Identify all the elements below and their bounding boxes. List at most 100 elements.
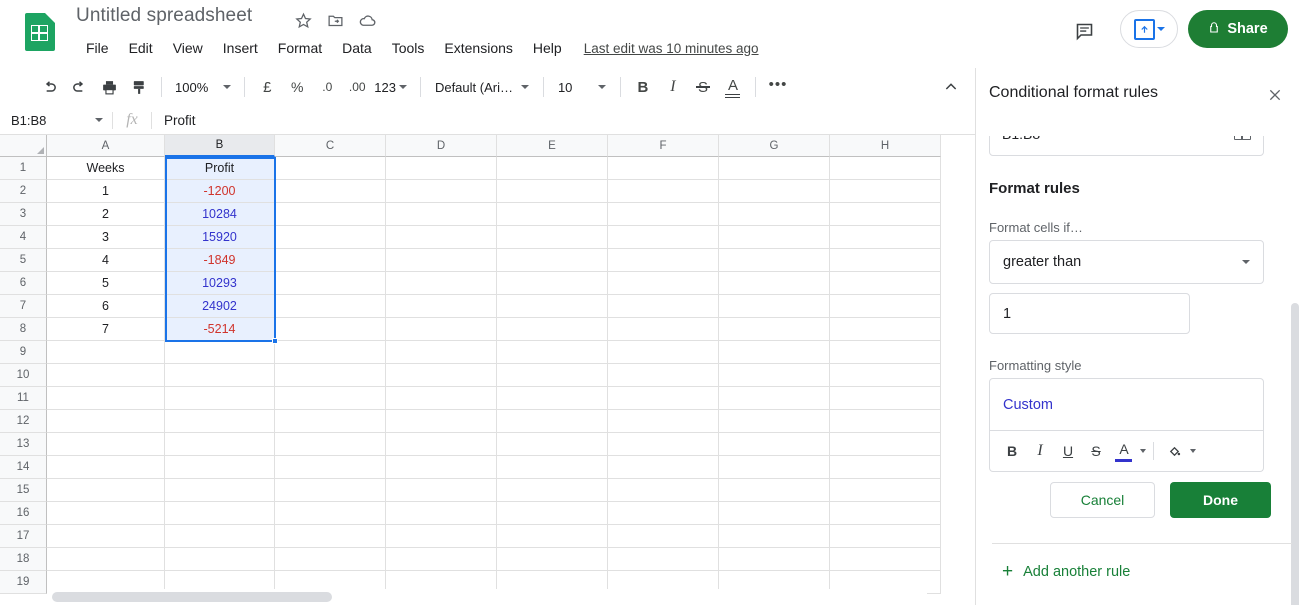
cell-E1[interactable] — [497, 157, 608, 180]
cell-C10[interactable] — [275, 364, 386, 387]
more-toolbar-options-button[interactable]: ••• — [763, 73, 793, 101]
cell-B1[interactable]: Profit — [165, 157, 275, 180]
cell-B11[interactable] — [165, 387, 275, 410]
chevron-down-icon[interactable] — [1190, 449, 1196, 453]
row-header-3[interactable]: 3 — [0, 203, 47, 226]
cell-B13[interactable] — [165, 433, 275, 456]
row-header-17[interactable]: 17 — [0, 525, 47, 548]
cell-D18[interactable] — [386, 548, 497, 571]
cell-F15[interactable] — [608, 479, 719, 502]
cell-A13[interactable] — [47, 433, 165, 456]
cell-E13[interactable] — [497, 433, 608, 456]
cell-E10[interactable] — [497, 364, 608, 387]
panel-scrollbar[interactable] — [1291, 303, 1299, 605]
column-header-a[interactable]: A — [47, 135, 165, 157]
cell-G8[interactable] — [719, 318, 830, 341]
chevron-down-icon[interactable] — [1140, 449, 1146, 453]
menu-item-data[interactable]: Data — [332, 38, 382, 58]
cell-A7[interactable]: 6 — [47, 295, 165, 318]
cell-E12[interactable] — [497, 410, 608, 433]
row-header-14[interactable]: 14 — [0, 456, 47, 479]
cell-E3[interactable] — [497, 203, 608, 226]
cell-H18[interactable] — [830, 548, 941, 571]
cell-G1[interactable] — [719, 157, 830, 180]
cell-D9[interactable] — [386, 341, 497, 364]
cell-D6[interactable] — [386, 272, 497, 295]
cell-C12[interactable] — [275, 410, 386, 433]
close-icon[interactable] — [1262, 82, 1288, 108]
cell-G15[interactable] — [719, 479, 830, 502]
cell-C11[interactable] — [275, 387, 386, 410]
cell-F1[interactable] — [608, 157, 719, 180]
cell-A8[interactable]: 7 — [47, 318, 165, 341]
cell-B4[interactable]: 15920 — [165, 226, 275, 249]
row-header-9[interactable]: 9 — [0, 341, 47, 364]
share-button[interactable]: Share — [1188, 10, 1288, 48]
cell-F2[interactable] — [608, 180, 719, 203]
cell-E7[interactable] — [497, 295, 608, 318]
cell-D11[interactable] — [386, 387, 497, 410]
cell-C14[interactable] — [275, 456, 386, 479]
cell-G11[interactable] — [719, 387, 830, 410]
document-title[interactable]: Untitled spreadsheet — [76, 5, 252, 27]
cell-E5[interactable] — [497, 249, 608, 272]
cell-G9[interactable] — [719, 341, 830, 364]
cell-A3[interactable]: 2 — [47, 203, 165, 226]
cell-B16[interactable] — [165, 502, 275, 525]
row-header-19[interactable]: 19 — [0, 571, 47, 594]
cell-A17[interactable] — [47, 525, 165, 548]
italic-button[interactable]: I — [658, 73, 688, 101]
menu-item-file[interactable]: File — [76, 38, 119, 58]
percent-format-button[interactable]: % — [282, 73, 312, 101]
column-header-c[interactable]: C — [275, 135, 386, 157]
cell-H5[interactable] — [830, 249, 941, 272]
grid-horizontal-scrollbar[interactable] — [47, 589, 927, 605]
menu-item-format[interactable]: Format — [268, 38, 332, 58]
cell-A11[interactable] — [47, 387, 165, 410]
cell-B3[interactable]: 10284 — [165, 203, 275, 226]
cell-A6[interactable]: 5 — [47, 272, 165, 295]
cell-F7[interactable] — [608, 295, 719, 318]
condition-value-input[interactable]: 1 — [989, 293, 1190, 334]
cancel-button[interactable]: Cancel — [1050, 482, 1155, 518]
menu-item-edit[interactable]: Edit — [119, 38, 163, 58]
underline-button[interactable]: U — [1055, 438, 1081, 464]
cell-E9[interactable] — [497, 341, 608, 364]
cell-A16[interactable] — [47, 502, 165, 525]
menu-item-insert[interactable]: Insert — [213, 38, 268, 58]
last-edit-status[interactable]: Last edit was 10 minutes ago — [584, 41, 759, 56]
cell-B6[interactable]: 10293 — [165, 272, 275, 295]
cell-E14[interactable] — [497, 456, 608, 479]
cell-G4[interactable] — [719, 226, 830, 249]
redo-icon[interactable] — [64, 73, 94, 101]
cell-E18[interactable] — [497, 548, 608, 571]
cell-A18[interactable] — [47, 548, 165, 571]
cell-E16[interactable] — [497, 502, 608, 525]
cell-D7[interactable] — [386, 295, 497, 318]
select-all-corner[interactable] — [0, 135, 47, 157]
cell-H15[interactable] — [830, 479, 941, 502]
column-header-f[interactable]: F — [608, 135, 719, 157]
cell-D10[interactable] — [386, 364, 497, 387]
cell-H14[interactable] — [830, 456, 941, 479]
text-color-button[interactable]: A — [718, 73, 748, 101]
cell-H8[interactable] — [830, 318, 941, 341]
cell-A4[interactable]: 3 — [47, 226, 165, 249]
fill-color-button[interactable] — [1161, 438, 1187, 464]
cell-F9[interactable] — [608, 341, 719, 364]
cell-E6[interactable] — [497, 272, 608, 295]
column-header-e[interactable]: E — [497, 135, 608, 157]
cell-A2[interactable]: 1 — [47, 180, 165, 203]
cell-F13[interactable] — [608, 433, 719, 456]
cell-C7[interactable] — [275, 295, 386, 318]
paint-format-icon[interactable] — [124, 73, 154, 101]
cell-B9[interactable] — [165, 341, 275, 364]
cell-A10[interactable] — [47, 364, 165, 387]
row-header-13[interactable]: 13 — [0, 433, 47, 456]
italic-button[interactable]: I — [1027, 438, 1053, 464]
add-another-rule-button[interactable]: + Add another rule — [1002, 562, 1130, 581]
cell-D12[interactable] — [386, 410, 497, 433]
cell-D17[interactable] — [386, 525, 497, 548]
cell-E11[interactable] — [497, 387, 608, 410]
cell-B8[interactable]: -5214 — [165, 318, 275, 341]
